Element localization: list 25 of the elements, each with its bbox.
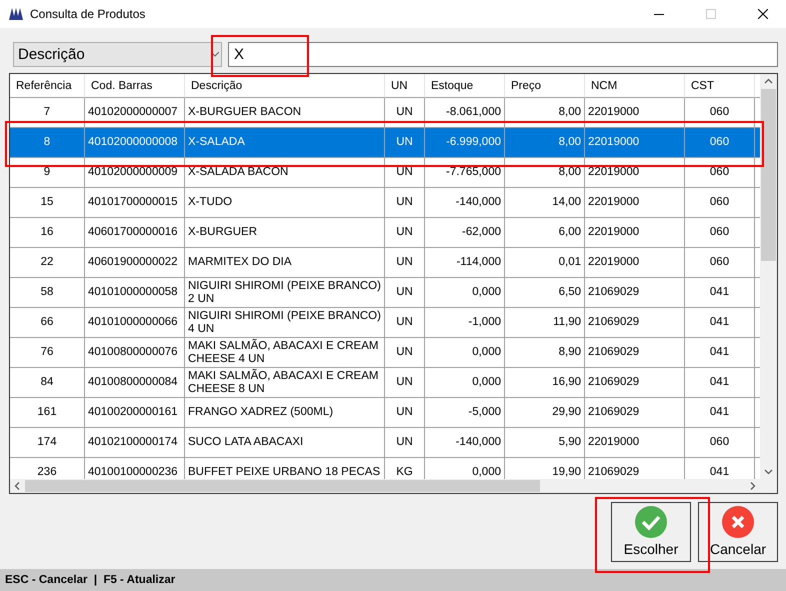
chevron-down-icon xyxy=(211,52,219,57)
confirm-button[interactable]: Escolher xyxy=(611,502,691,562)
table-row[interactable]: 161 40100200000161 FRANGO XADREZ (500ML) UN -5,000 29,90 21069029 041 xyxy=(10,398,760,428)
table-row[interactable]: 84 40100800000084 MAKI SALMÃO, ABACAXI E CREAM CHEESE 8 UN UN 0,000 16,90 21069029 041 xyxy=(10,368,760,398)
search-field[interactable]: X xyxy=(228,42,778,67)
table-row[interactable]: 174 40102100000174 SUCO LATA ABACAXI UN -140,000 5,90 22019000 060 xyxy=(10,428,760,458)
table-row[interactable]: 15 40101700000015 X-TUDO UN -140,000 14,00 22019000 060 xyxy=(10,188,760,218)
table-row[interactable]: 8 40102000000008 X-SALADA UN -6.999,000 8,00 22019000 060 xyxy=(10,128,760,158)
table-row[interactable]: 7 40102000000007 X-BURGUER BACON UN -8.061,000 8,00 22019000 060 xyxy=(10,98,760,128)
field-dropdown[interactable]: Descrição xyxy=(13,42,222,67)
table-row[interactable]: 66 40101000000066 NIGUIRI SHIROMI (PEIXE BRANCO) 4 UN UN -1,000 11,90 21069029 041 xyxy=(10,308,760,338)
check-icon xyxy=(635,506,667,538)
scrollbar-thumb[interactable] xyxy=(25,480,540,492)
table-row[interactable]: 22 40601900000022 MARMITEX DO DIA UN -114,000 0,01 22019000 060 xyxy=(10,248,760,278)
window-title: Consulta de Produtos xyxy=(30,7,146,21)
table-row[interactable]: 76 40100800000076 MAKI SALMÃO, ABACAXI E CREAM CHEESE 4 UN UN 0,000 8,90 21069029 041 xyxy=(10,338,760,368)
close-icon xyxy=(722,506,754,538)
table-row[interactable]: 9 40102000000009 X-SALADA BACON UN -7.765,000 8,00 22019000 060 xyxy=(10,158,760,188)
close-icon[interactable] xyxy=(758,9,768,19)
scrollbar-thumb[interactable] xyxy=(761,89,776,261)
table-row[interactable]: 16 40601700000016 X-BURGUER UN -62,000 6,00 22019000 060 xyxy=(10,218,760,248)
status-text: ESC - Cancelar | F5 - Atualizar xyxy=(5,574,176,586)
table-row[interactable]: 58 40101000000058 NIGUIRI SHIROMI (PEIXE BRANCO) 2 UN UN 0,000 6,50 21069029 041 xyxy=(10,278,760,308)
cancel-button[interactable]: Cancelar xyxy=(698,502,778,562)
app-icon xyxy=(8,7,24,21)
